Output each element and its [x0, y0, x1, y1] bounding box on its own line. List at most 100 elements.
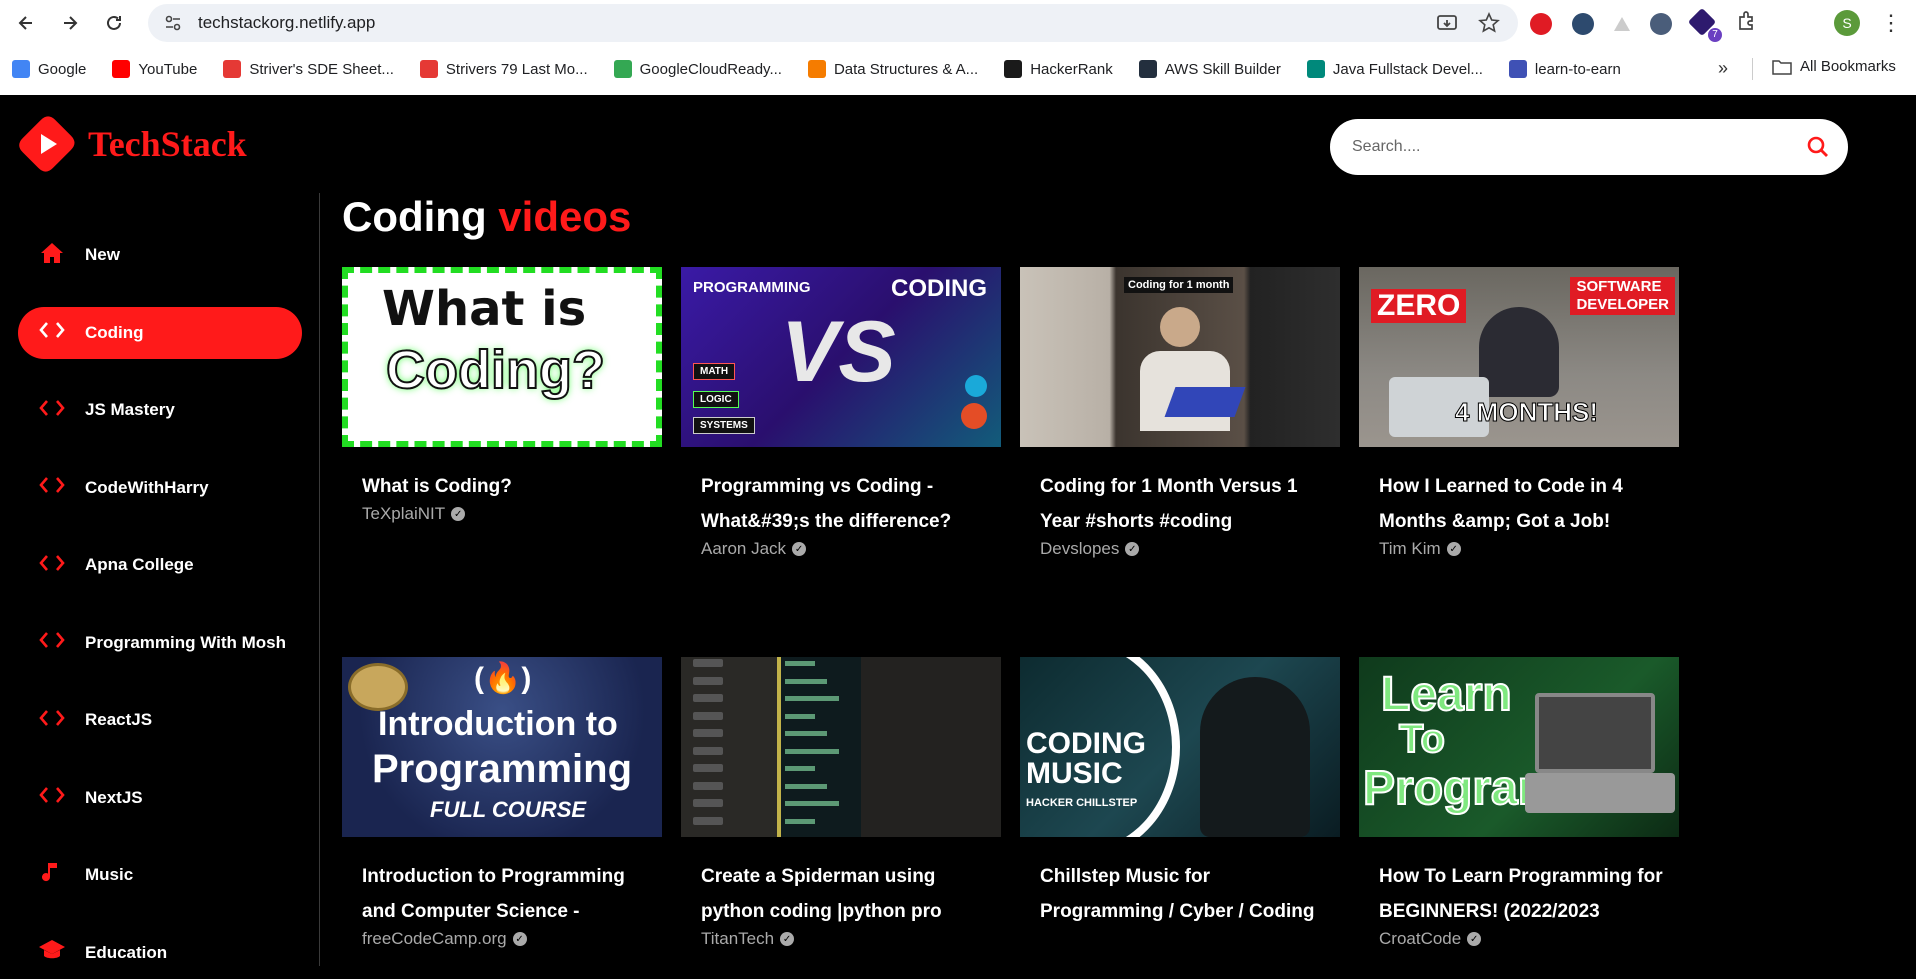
bookmark-favicon-icon [112, 60, 131, 78]
sidebar-item-music[interactable]: Music [18, 849, 302, 901]
video-title[interactable]: Coding for 1 Month Versus 1 Year #shorts… [1040, 469, 1330, 539]
sidebar-item-label: Programming With Mosh [85, 632, 287, 652]
page-title: Coding videos [342, 193, 631, 241]
video-thumbnail[interactable]: ZERO SOFTWARE DEVELOPER 4 MONTHS! [1359, 267, 1679, 447]
video-card[interactable]: ZERO SOFTWARE DEVELOPER 4 MONTHS! How I Lear… [1359, 267, 1679, 559]
address-bar[interactable]: techstackorg.netlify.app [148, 4, 1518, 42]
react-devtools-icon[interactable] [1572, 12, 1594, 35]
sidebar-item-new[interactable]: New [18, 229, 302, 281]
thumbnail-text: SOFTWARE DEVELOPER [1570, 277, 1675, 315]
video-thumbnail[interactable]: Learn To Program [1359, 657, 1679, 837]
video-card[interactable]: Learn To Program How To Learn Programming f… [1359, 657, 1679, 949]
logo-text: TechStack [88, 124, 247, 164]
code-icon [38, 321, 66, 344]
channel-name[interactable]: freeCodeCamp.org ✓ [362, 929, 662, 949]
thumbnail-text: (🔥) [474, 662, 532, 695]
bookmark-label: Data Structures & A... [833, 60, 979, 78]
verified-check-icon: ✓ [1467, 932, 1482, 946]
channel-name[interactable]: TeXplaiNIT ✓ [362, 504, 662, 524]
all-bookmarks-button[interactable]: All Bookmarks [1772, 58, 1896, 75]
video-card[interactable]: CODING MUSIC HACKER CHILLSTEP Chillstep Mus… [1020, 657, 1340, 929]
site-settings-icon[interactable] [162, 12, 184, 34]
bookmark-item[interactable]: Java Fullstack Devel... [1306, 60, 1483, 78]
thumbnail-text: Coding for 1 month [1124, 277, 1234, 293]
forward-icon[interactable] [52, 5, 88, 41]
cast-icon[interactable] [1436, 12, 1458, 39]
bookmark-item[interactable]: Strivers 79 Last Mo... [419, 60, 588, 78]
bookmark-item[interactable]: HackerRank [1004, 60, 1113, 78]
video-card[interactable]: Coding for 1 month Coding for 1 Month Ver… [1020, 267, 1340, 559]
sidebar-item-nextjs[interactable]: NextJS [18, 772, 302, 824]
code-icon [38, 399, 66, 422]
bookmark-label: YouTube [138, 60, 198, 78]
back-icon[interactable] [8, 5, 44, 41]
search-icon[interactable] [1806, 135, 1830, 164]
bookmark-item[interactable]: AWS Skill Builder [1138, 60, 1281, 78]
sidebar-item-codewithharry[interactable]: CodeWithHarry [18, 462, 302, 514]
video-thumbnail[interactable]: CODING MUSIC HACKER CHILLSTEP [1020, 657, 1340, 837]
bookmark-item[interactable]: Google [12, 60, 86, 78]
thumbnail-text: HACKER CHILLSTEP [1026, 797, 1138, 809]
bookmark-label: Java Fullstack Devel... [1332, 60, 1483, 78]
bookmark-item[interactable]: learn-to-earn [1508, 60, 1621, 78]
channel-label: CroatCode [1379, 929, 1462, 948]
video-title[interactable]: How To Learn Programming for BEGINNERS! … [1379, 859, 1669, 929]
graduation-cap-icon [38, 939, 66, 966]
cursor-extension-icon[interactable] [1650, 12, 1672, 35]
sidebar-item-js-mastery[interactable]: JS Mastery [18, 384, 302, 436]
bookmark-item[interactable]: YouTube [112, 60, 197, 78]
sidebar: New Coding JS Mastery CodeWithHarry Apna Col… [0, 193, 320, 966]
bookmark-favicon-icon [1004, 60, 1023, 78]
video-thumbnail[interactable]: (🔥) Introduction to Programming FULL COURSE [342, 657, 662, 837]
video-card[interactable]: Create a Spiderman using python coding |… [681, 657, 1001, 949]
video-card[interactable]: What is Coding? What is Coding? TeXplaiNIT ✓ [342, 267, 662, 524]
reload-icon[interactable] [96, 5, 132, 41]
video-card[interactable]: (🔥) Introduction to Programming FULL COURSE… [342, 657, 662, 949]
profile-avatar[interactable]: S [1834, 10, 1860, 36]
bookmark-item[interactable]: GoogleCloudReady... [613, 60, 782, 78]
thumbnail-text: ZERO [1371, 289, 1467, 323]
bookmark-item[interactable]: Striver's SDE Sheet... [223, 60, 394, 78]
extensions-area: 7 [1530, 7, 1758, 42]
video-title[interactable]: Programming vs Coding - What&#39;s the d… [701, 469, 991, 539]
video-title[interactable]: Chillstep Music for Programming / Cyber … [1040, 859, 1330, 929]
bookmark-label: Striver's SDE Sheet... [249, 60, 394, 78]
thumbnail-text: To [1398, 716, 1446, 762]
verified-check-icon: ✓ [512, 932, 527, 946]
video-thumbnail[interactable]: PROGRAMMING VS CODING MATH LOGIC SYSTEMS [681, 267, 1001, 447]
more-bookmarks-icon[interactable]: » [1718, 58, 1728, 79]
video-thumbnail[interactable] [681, 657, 1001, 837]
thumbnail-text: Introduction to [378, 705, 618, 743]
channel-name[interactable]: Tim Kim ✓ [1379, 539, 1679, 559]
site-logo[interactable]: TechStack [18, 115, 247, 173]
music-icon [38, 861, 66, 890]
sidebar-item-programming-with-mosh[interactable]: Programming With Mosh [18, 617, 302, 669]
sidebar-item-education[interactable]: Education [18, 927, 302, 979]
bookmark-favicon-icon [807, 60, 826, 78]
sidebar-item-reactjs[interactable]: ReactJS [18, 694, 302, 746]
video-title[interactable]: Introduction to Programming and Computer… [362, 859, 652, 929]
bookmark-star-icon[interactable] [1478, 12, 1500, 39]
sidebar-item-coding[interactable]: Coding [18, 306, 302, 359]
thumbnail-text: Programming [372, 747, 633, 791]
channel-name[interactable]: TitanTech ✓ [701, 929, 1001, 949]
hexagon-extension-icon[interactable]: 7 [1687, 7, 1722, 42]
video-thumbnail[interactable]: Coding for 1 month [1020, 267, 1340, 447]
opera-extension-icon[interactable] [1530, 12, 1552, 35]
puzzle-extensions-icon[interactable] [1736, 10, 1758, 37]
browser-menu-icon[interactable]: ⋮ [1880, 10, 1902, 36]
triangle-extension-icon[interactable] [1614, 16, 1630, 31]
video-title[interactable]: Create a Spiderman using python coding |… [701, 859, 991, 929]
video-card[interactable]: PROGRAMMING VS CODING MATH LOGIC SYSTEMS Progr… [681, 267, 1001, 559]
bookmark-item[interactable]: Data Structures & A... [807, 60, 979, 78]
video-thumbnail[interactable]: What is Coding? [342, 267, 662, 447]
video-title[interactable]: What is Coding? [362, 469, 652, 504]
verified-check-icon: ✓ [451, 507, 466, 521]
url-text: techstackorg.netlify.app [198, 13, 376, 32]
sidebar-item-apna-college[interactable]: Apna College [18, 539, 302, 591]
channel-name[interactable]: Devslopes ✓ [1040, 539, 1340, 559]
video-title[interactable]: How I Learned to Code in 4 Months &amp; … [1379, 469, 1669, 539]
search-input[interactable] [1352, 138, 1772, 156]
channel-name[interactable]: Aaron Jack ✓ [701, 539, 1001, 559]
channel-name[interactable]: CroatCode ✓ [1379, 929, 1679, 949]
